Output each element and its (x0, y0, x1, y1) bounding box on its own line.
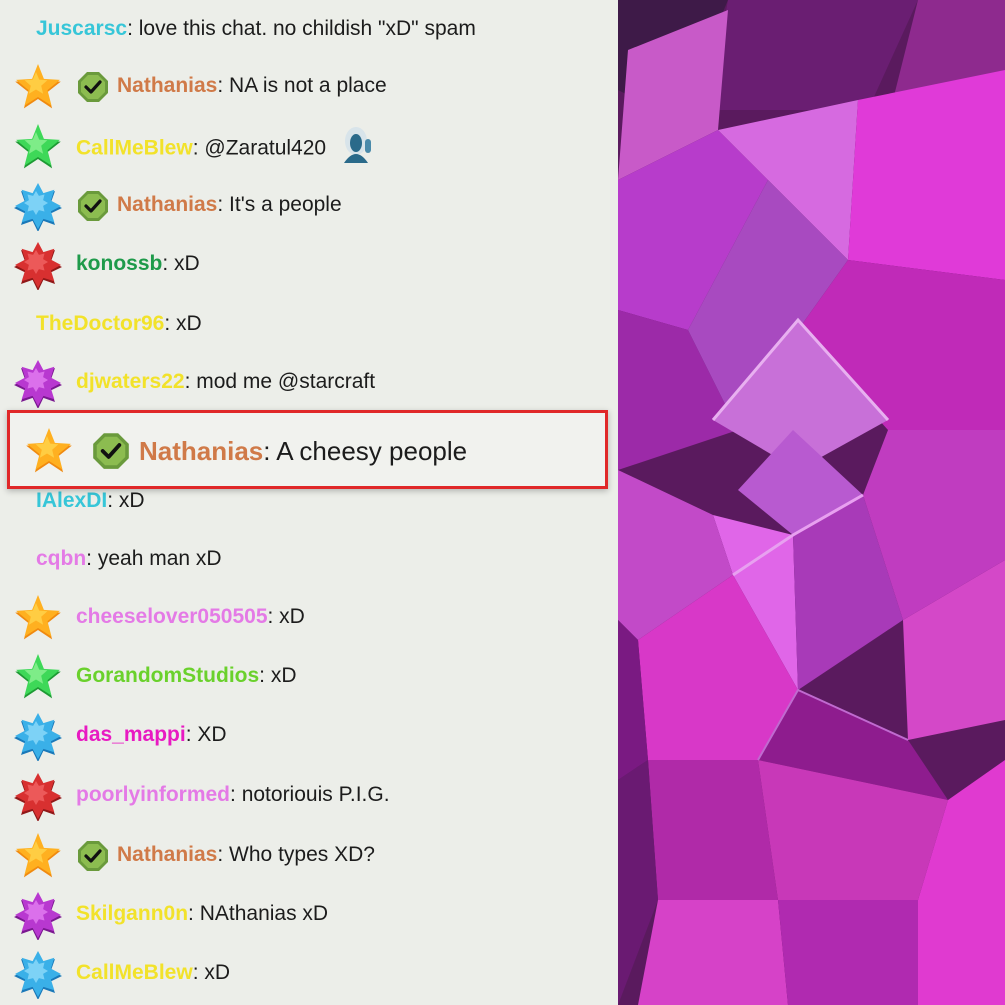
blue-star-icon (13, 711, 63, 761)
chat-message: Nathanias: It's a people (0, 176, 618, 235)
background-artwork (618, 0, 1005, 1005)
chat-username[interactable]: djwaters22 (76, 370, 185, 393)
chat-text: xD (113, 489, 145, 512)
chat-username[interactable]: cheeselover050505 (76, 605, 268, 628)
highlighted-message: Nathanias: A cheesy people (7, 410, 608, 489)
chat-text: XD (191, 723, 227, 746)
chat-username[interactable]: Nathanias (117, 74, 217, 97)
moderator-check-icon (77, 190, 109, 222)
chat-username[interactable]: CallMeBlew (76, 961, 193, 984)
chat-text: mod me @starcraft (190, 370, 376, 393)
chat-message: poorlyinformed: notoriouis P.I.G. (0, 766, 618, 825)
purple-star-icon (13, 358, 63, 408)
gold-star-icon (13, 831, 63, 881)
chat-text: xD (170, 312, 202, 335)
chat-message: CallMeBlew: @Zaratul420 (0, 117, 618, 176)
gold-star-icon (24, 426, 74, 476)
chat-username[interactable]: Nathanias (117, 193, 217, 216)
chat-message: GorandomStudios: xD (0, 647, 618, 706)
red-star-icon (13, 771, 63, 821)
chat-username[interactable]: IAlexDI (36, 489, 107, 512)
chat-message: cqbn: yeah man xD (0, 530, 618, 589)
chat-text: xD (168, 252, 200, 275)
chat-text: NA is not a place (223, 74, 387, 97)
chat-text: love this chat. no childish "xD" spam (132, 17, 476, 40)
ghost-emote-icon (334, 123, 380, 165)
chat-username[interactable]: Juscarsc (36, 17, 127, 40)
chat-panel: Juscarsc: love this chat. no childish "x… (0, 0, 618, 1005)
green-star-icon (13, 652, 63, 702)
green-star-icon (13, 122, 63, 172)
chat-text: notoriouis P.I.G. (235, 783, 390, 806)
chat-message: TheDoctor96: xD (0, 295, 618, 354)
chat-message: djwaters22: mod me @starcraft (0, 353, 618, 412)
chat-text: xD (273, 605, 305, 628)
chat-text: It's a people (223, 193, 342, 216)
gold-star-icon (13, 593, 63, 643)
chat-text: NAthanias xD (193, 902, 329, 925)
chat-username[interactable]: Skilgann0n (76, 902, 188, 925)
chat-text: xD (198, 961, 231, 984)
moderator-check-icon (77, 71, 109, 103)
blue-star-icon (13, 949, 63, 999)
chat-username[interactable]: CallMeBlew (76, 137, 193, 160)
chat-username[interactable]: das_mappi (76, 723, 186, 746)
chat-username[interactable]: Nathanias (117, 843, 217, 866)
chat-text: @Zaratul420 (198, 136, 327, 160)
chat-username[interactable]: cqbn (36, 547, 86, 570)
chat-message: konossb: xD (0, 235, 618, 294)
chat-separator: : (263, 436, 271, 466)
moderator-check-icon (77, 840, 109, 872)
chat-message: Nathanias: Who types XD? (0, 826, 618, 885)
chat-username[interactable]: GorandomStudios (76, 664, 259, 687)
chat-message: CallMeBlew: xD (0, 944, 618, 1003)
chat-username[interactable]: Nathanias (139, 436, 263, 466)
chat-text: xD (265, 664, 297, 687)
chat-username[interactable]: poorlyinformed (76, 783, 230, 806)
chat-text: yeah man xD (92, 547, 222, 570)
blue-star-icon (13, 181, 63, 231)
chat-message: Juscarsc: love this chat. no childish "x… (0, 0, 618, 59)
gold-star-icon (13, 62, 63, 112)
chat-text: Who types XD? (223, 843, 375, 866)
chat-text: A cheesy people (270, 436, 468, 466)
purple-star-icon (13, 890, 63, 940)
red-star-icon (13, 240, 63, 290)
chat-username[interactable]: konossb (76, 252, 162, 275)
chat-message: cheeselover050505: xD (0, 588, 618, 647)
chat-message: Nathanias: NA is not a place (0, 57, 618, 116)
moderator-check-icon (92, 432, 130, 470)
chat-message: das_mappi: XD (0, 706, 618, 765)
chat-message: Skilgann0n: NAthanias xD (0, 885, 618, 944)
chat-username[interactable]: TheDoctor96 (36, 312, 164, 335)
